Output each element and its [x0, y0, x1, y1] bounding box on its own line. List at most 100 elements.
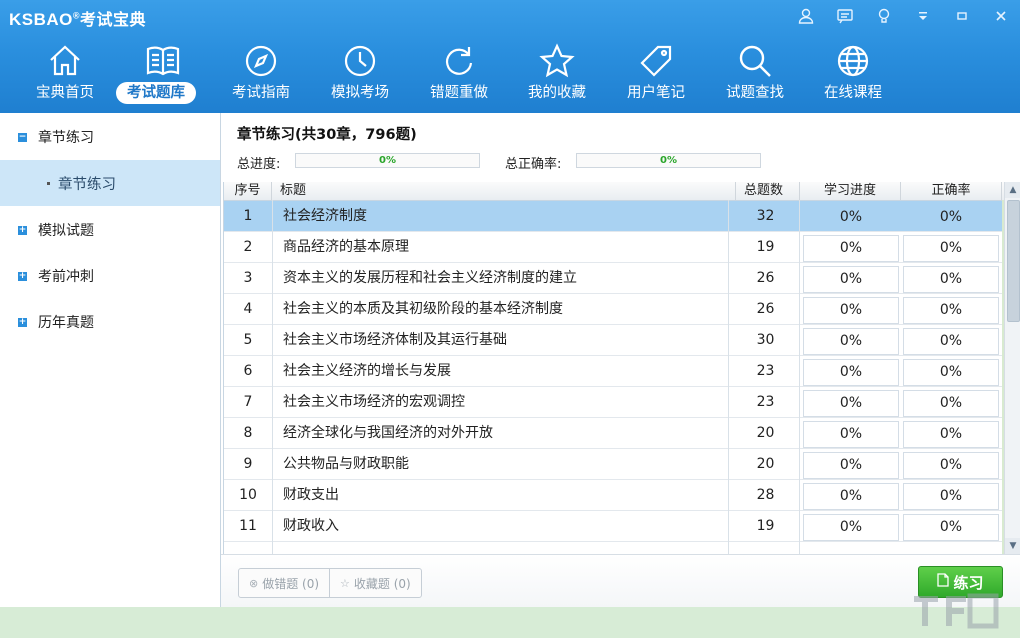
row-accuracy: 0%	[903, 421, 999, 448]
row-progress: 0%	[803, 359, 899, 386]
sidebar-item-mock-questions[interactable]: + 模拟试题	[0, 210, 220, 250]
row-title: 财政收入	[283, 518, 339, 534]
search-icon	[739, 45, 771, 77]
header-title[interactable]: 标题	[272, 182, 736, 200]
table-row[interactable]: 2 商品经济的基本原理 19 0% 0%	[224, 232, 1004, 263]
nav-item-home[interactable]: 宝典首页	[20, 40, 110, 110]
table-row[interactable]: 7 社会主义市场经济的宏观调控 23 0% 0%	[224, 387, 1004, 418]
sidebar-subitem-chapter-practice[interactable]: 章节练习	[0, 160, 220, 206]
tag-icon	[640, 45, 672, 77]
bullet-icon	[47, 182, 50, 185]
column-divider	[728, 200, 729, 554]
scroll-thumb[interactable]	[1007, 200, 1020, 322]
row-progress: 0%	[803, 390, 899, 417]
header-total[interactable]: 总题数	[728, 182, 800, 200]
row-title: 财政支出	[283, 487, 339, 503]
expand-icon[interactable]: +	[18, 225, 27, 235]
row-accuracy: 0%	[903, 452, 999, 479]
row-accuracy: 0%	[903, 514, 999, 541]
main-content: 章节练习(共30章，796题) 总进度: 0% 总正确率: 0% 序号 标题 总…	[221, 113, 1020, 608]
row-accuracy: 0%	[903, 204, 999, 231]
header-progress[interactable]: 学习进度	[800, 182, 901, 200]
nav-item-exam-guide[interactable]: 考试指南	[216, 40, 306, 110]
nav-item-favorites[interactable]: 我的收藏	[512, 40, 602, 110]
row-total: 26	[756, 301, 775, 317]
dropdown-icon[interactable]	[903, 4, 942, 28]
nav-item-redo-wrong[interactable]: 错题重做	[414, 40, 504, 110]
clock-icon	[344, 45, 376, 77]
cancel-circle-icon: ⊗	[249, 576, 259, 590]
table-row[interactable]: 8 经济全球化与我国经济的对外开放 20 0% 0%	[224, 418, 1004, 449]
sidebar-item-sprint[interactable]: + 考前冲刺	[0, 256, 220, 296]
row-number: 5	[243, 332, 253, 348]
row-accuracy: 0%	[903, 235, 999, 262]
row-progress: 0%	[803, 483, 899, 510]
scroll-down-icon[interactable]: ▼	[1005, 538, 1020, 554]
table-row[interactable]: 9 公共物品与财政职能 20 0% 0%	[224, 449, 1004, 480]
star-outline-icon: ☆	[340, 576, 350, 590]
row-number: 6	[243, 363, 253, 379]
table-row[interactable]: 5 社会主义市场经济体制及其运行基础 30 0% 0%	[224, 325, 1004, 356]
status-bar	[0, 607, 1020, 638]
refresh-icon	[445, 47, 473, 75]
minimize-icon[interactable]	[942, 4, 981, 28]
row-accuracy: 0%	[903, 359, 999, 386]
expand-icon[interactable]: +	[18, 317, 27, 327]
total-accuracy-label: 总正确率:	[505, 157, 562, 172]
app-logo: KSBAO®考试宝典	[9, 10, 147, 29]
message-icon[interactable]	[825, 4, 864, 28]
table-row[interactable]: 1 社会经济制度 32 0% 0%	[224, 201, 1004, 232]
row-progress: 0%	[803, 297, 899, 324]
row-accuracy: 0%	[903, 390, 999, 417]
row-number: 2	[243, 239, 253, 255]
nav-item-online-courses[interactable]: 在线课程	[808, 40, 898, 110]
nav-item-question-bank[interactable]: 考试题库	[116, 40, 208, 110]
row-number: 1	[243, 208, 253, 224]
header-accuracy[interactable]: 正确率	[901, 182, 1002, 200]
column-divider	[272, 200, 273, 554]
filter-button-group: ⊗ 做错题 (0) ☆ 收藏题 (0)	[238, 568, 422, 598]
favorite-questions-button[interactable]: ☆ 收藏题 (0)	[329, 569, 421, 597]
row-title: 公共物品与财政职能	[283, 456, 409, 472]
table-row[interactable]: 6 社会主义经济的增长与发展 23 0% 0%	[224, 356, 1004, 387]
table-row[interactable]: 10 财政支出 28 0% 0%	[224, 480, 1004, 511]
row-title: 社会主义市场经济体制及其运行基础	[283, 332, 507, 348]
table-scrollbar[interactable]: ▲ ▼	[1004, 182, 1020, 554]
window-controls	[786, 4, 1020, 28]
page-title: 章节练习(共30章，796题)	[237, 127, 417, 143]
nav-item-mock-exam[interactable]: 模拟考场	[315, 40, 405, 110]
user-icon[interactable]	[786, 4, 825, 28]
row-title: 社会经济制度	[283, 208, 367, 224]
row-title: 社会主义经济的增长与发展	[283, 363, 451, 379]
collapse-icon[interactable]: −	[18, 132, 27, 142]
nav-item-search-questions[interactable]: 试题查找	[710, 40, 800, 110]
wrong-questions-button[interactable]: ⊗ 做错题 (0)	[239, 569, 329, 597]
header-no[interactable]: 序号	[224, 182, 272, 200]
bulb-icon[interactable]	[864, 4, 903, 28]
row-progress: 0%	[803, 266, 899, 293]
row-number: 8	[243, 425, 253, 441]
table-row[interactable]: 11 财政收入 19 0% 0%	[224, 511, 1004, 542]
row-title: 社会主义市场经济的宏观调控	[283, 394, 465, 410]
expand-icon[interactable]: +	[18, 271, 27, 281]
table-row[interactable]: 4 社会主义的本质及其初级阶段的基本经济制度 26 0% 0%	[224, 294, 1004, 325]
row-number: 9	[243, 456, 253, 472]
table-row[interactable]: 3 资本主义的发展历程和社会主义经济制度的建立 26 0% 0%	[224, 263, 1004, 294]
total-accuracy-bar: 0%	[576, 153, 761, 168]
row-progress: 0%	[803, 452, 899, 479]
row-progress: 0%	[803, 204, 899, 231]
row-progress: 0%	[803, 514, 899, 541]
row-progress: 0%	[803, 421, 899, 448]
sidebar: − 章节练习 章节练习 + 模拟试题 + 考前冲刺 + 历年真题	[0, 113, 221, 607]
table-header: 序号 标题 总题数 学习进度 正确率	[224, 182, 1004, 201]
row-accuracy: 0%	[903, 266, 999, 293]
sidebar-item-chapter-practice[interactable]: − 章节练习	[0, 117, 220, 157]
scroll-up-icon[interactable]: ▲	[1005, 182, 1020, 198]
total-progress-bar: 0%	[295, 153, 480, 168]
home-icon	[50, 45, 80, 76]
row-total: 28	[756, 487, 775, 503]
sidebar-item-past-exams[interactable]: + 历年真题	[0, 302, 220, 342]
close-icon[interactable]	[981, 4, 1020, 28]
nav-item-user-notes[interactable]: 用户笔记	[611, 40, 701, 110]
row-progress: 0%	[803, 235, 899, 262]
